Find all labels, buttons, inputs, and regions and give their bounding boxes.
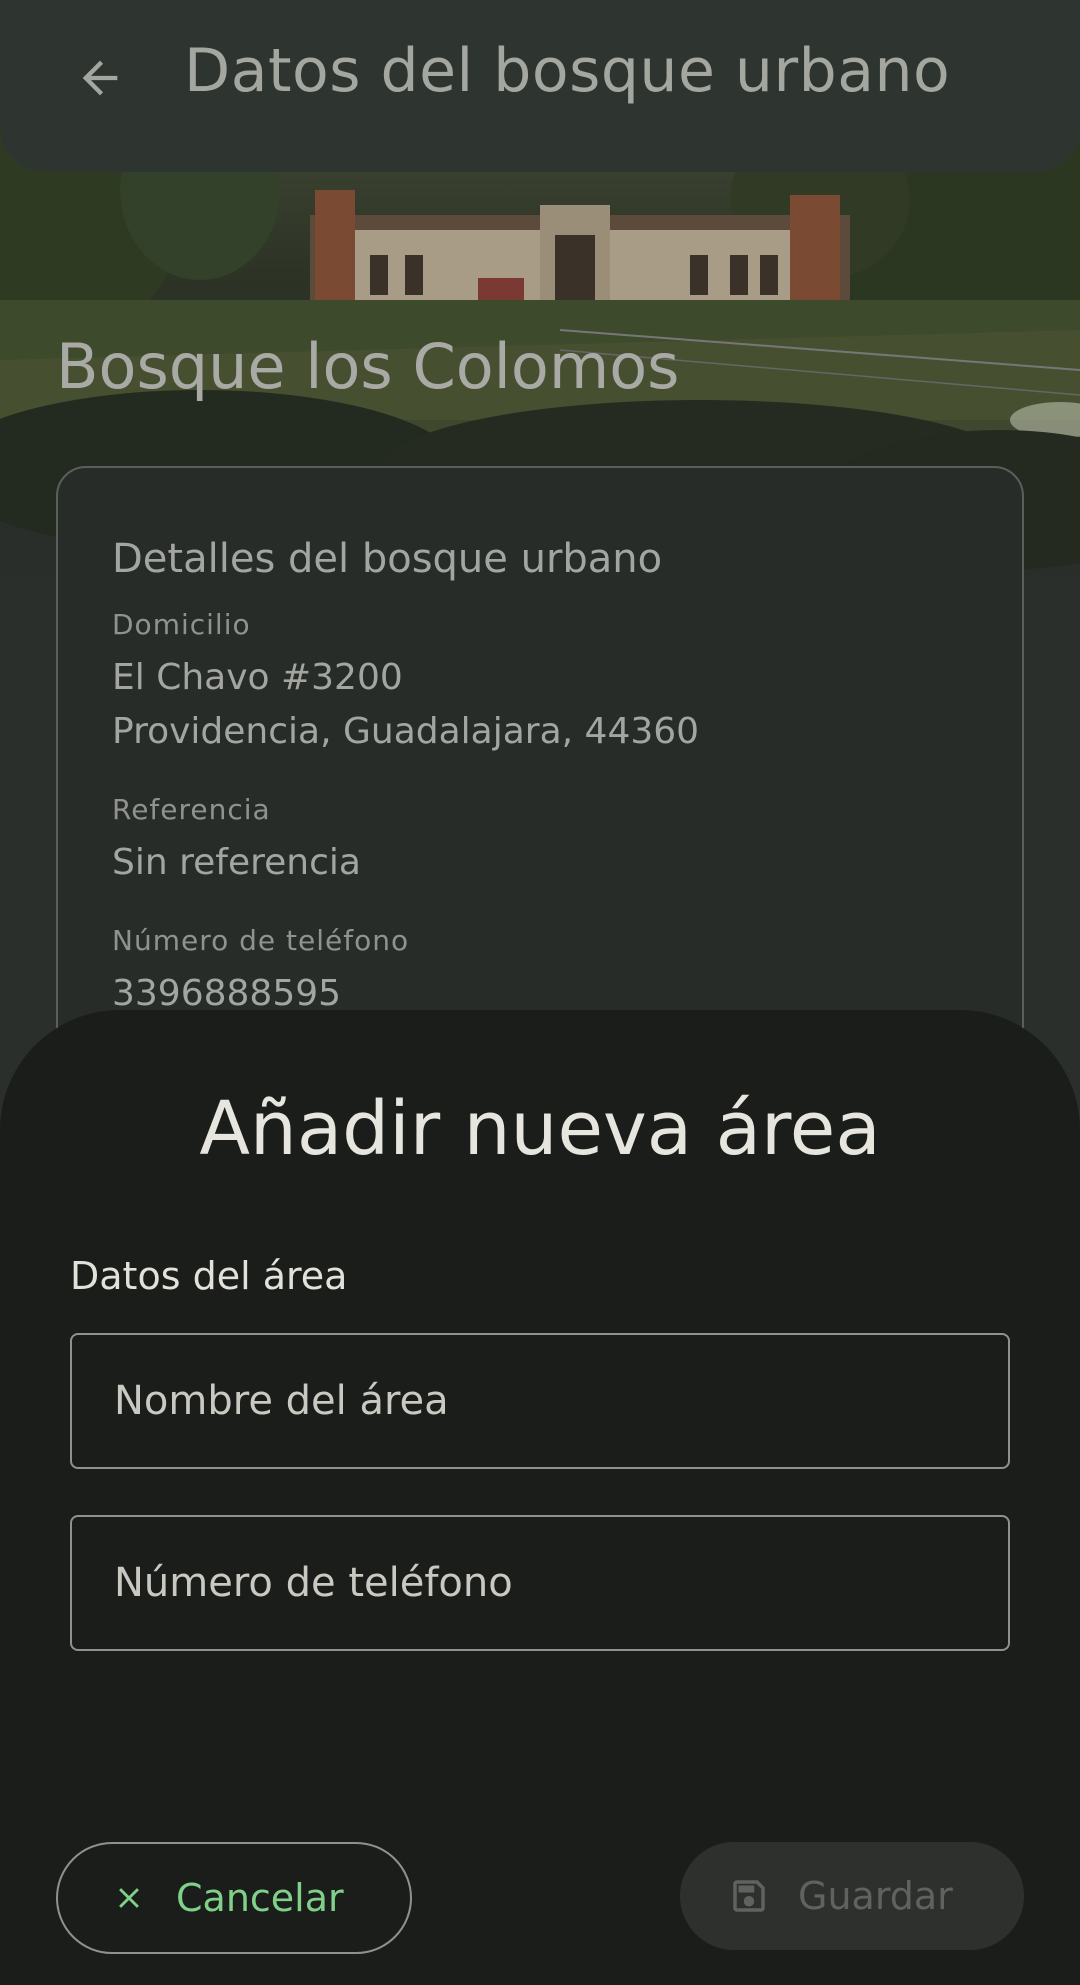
area-phone-input[interactable] [114,1560,1008,1606]
save-label: Guardar [798,1874,953,1918]
reference-field: Referencia Sin referencia [112,793,968,890]
reference-value: Sin referencia [112,842,361,883]
reference-label: Referencia [112,793,271,826]
forest-name: Bosque los Colomos [56,330,680,403]
arrow-left-icon [74,52,126,104]
save-button[interactable]: Guardar [680,1842,1024,1950]
address-label: Domicilio [112,608,251,641]
back-button[interactable] [62,40,138,116]
area-data-label: Datos del área [70,1254,348,1298]
details-card-title: Detalles del bosque urbano [112,536,663,582]
add-area-bottom-sheet: Añadir nueva área Datos del área Cancela… [0,1010,1080,1985]
phone-field: Número de teléfono 3396888595 [112,924,968,1021]
close-icon [112,1881,146,1915]
page-title: Datos del bosque urbano [184,36,951,106]
address-field: Domicilio El Chavo #3200 Providencia, Gu… [112,608,968,759]
area-phone-field[interactable] [70,1515,1010,1651]
area-name-field[interactable] [70,1333,1010,1469]
top-app-bar: Datos del bosque urbano [0,0,1080,172]
cancel-label: Cancelar [176,1876,344,1920]
cancel-button[interactable]: Cancelar [56,1842,412,1954]
sheet-title: Añadir nueva área [199,1086,881,1172]
address-line2: Providencia, Guadalajara, 44360 [112,711,700,752]
save-icon [728,1875,770,1917]
address-line1: El Chavo #3200 [112,657,403,698]
area-name-input[interactable] [114,1378,1008,1424]
phone-label: Número de teléfono [112,924,410,957]
